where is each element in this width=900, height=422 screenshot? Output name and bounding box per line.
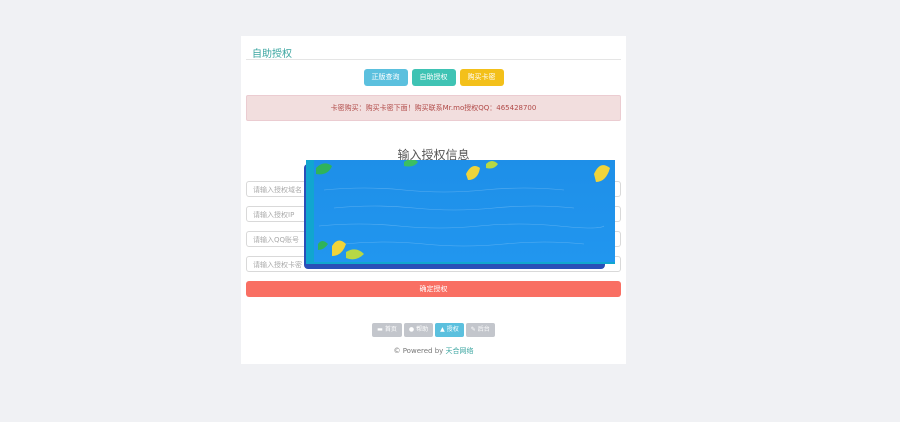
bottom-nav: ▬ 首页 ● 帮助 ▲ 授权 ✎ 后台	[241, 323, 626, 337]
banner-surface	[314, 160, 615, 262]
nav-admin-label: 后台	[477, 326, 490, 333]
nav-help-button[interactable]: ● 帮助	[403, 323, 434, 337]
footer: © Powered by 天合网络	[241, 346, 626, 356]
self-auth-button[interactable]: 自助授权	[411, 69, 456, 86]
help-icon: ●	[408, 326, 415, 333]
nav-auth-label: 授权	[446, 326, 459, 333]
top-button-row: 正版查询 自助授权 购买卡密	[241, 69, 626, 86]
buy-card-button[interactable]: 购买卡密	[459, 69, 504, 86]
title-divider	[246, 59, 621, 60]
notice-alert: 卡密购买：购买卡密下面！购买联系Mr.mo授权QQ：465428700	[246, 95, 621, 121]
home-icon: ▬	[377, 326, 383, 333]
footer-prefix: © Powered by	[393, 347, 446, 355]
nav-auth-button[interactable]: ▲ 授权	[435, 323, 464, 337]
nav-help-label: 帮助	[416, 326, 429, 333]
submit-button[interactable]: 确定授权	[246, 281, 621, 297]
nav-home-label: 首页	[384, 326, 397, 333]
nav-admin-button[interactable]: ✎ 后台	[465, 323, 495, 337]
nav-home-button[interactable]: ▬ 首页	[372, 323, 402, 337]
user-icon: ▲	[440, 326, 445, 333]
query-button[interactable]: 正版查询	[363, 69, 408, 86]
panel-title: 自助授权	[252, 49, 292, 60]
popup-banner[interactable]	[304, 160, 615, 269]
footer-brand-link[interactable]: 天合网络	[446, 347, 474, 355]
edit-icon: ✎	[470, 326, 476, 333]
